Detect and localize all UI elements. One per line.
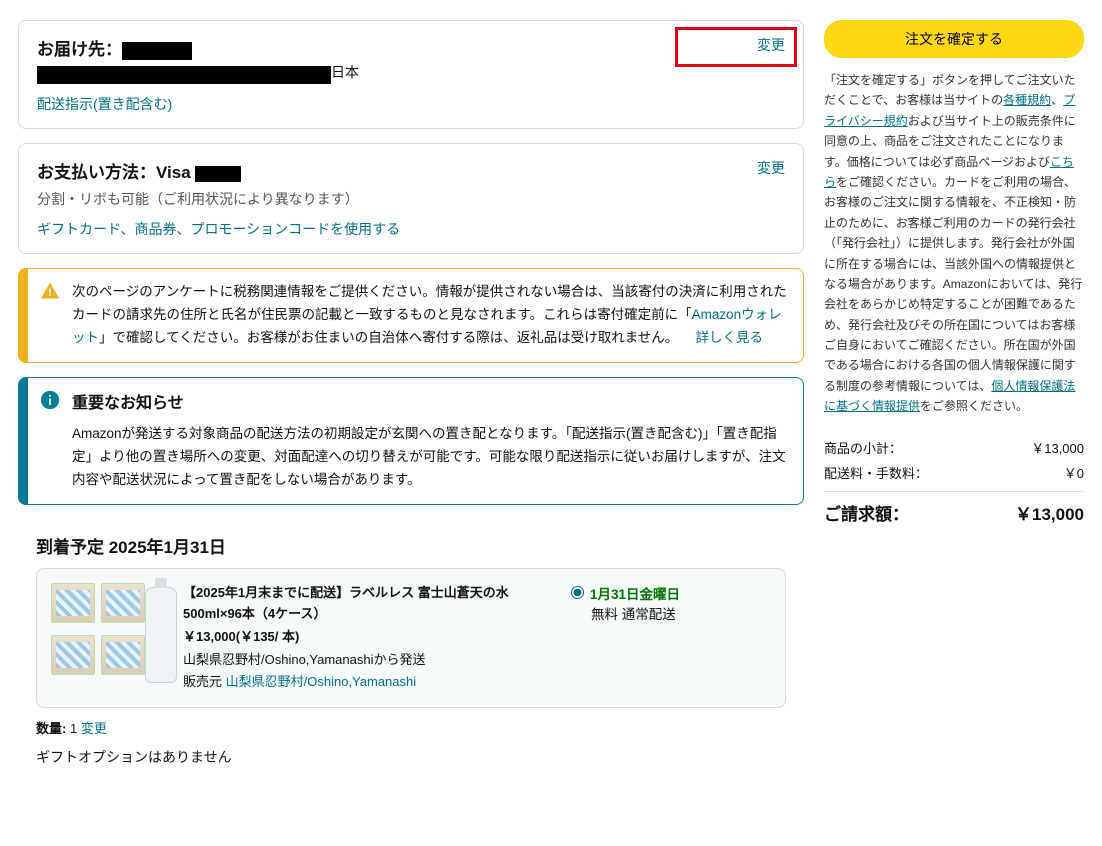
legal-text: 「注文を確定する」ボタンを押してご注文いただくことで、お客様は当サイトの各種規約…	[824, 70, 1084, 417]
order-totals: 商品の小計： ￥13,000 配送料・手数料： ￥0 ご請求額： ￥13,000	[824, 435, 1084, 528]
seller-link[interactable]: 山梨県忍野村/Oshino,Yamanashi	[226, 674, 417, 689]
learn-more-link[interactable]: 詳しく見る	[696, 330, 764, 345]
address-change-link[interactable]: 変更	[757, 35, 785, 55]
address-title: お届け先：	[37, 35, 785, 60]
legal-end: をご参照ください。	[920, 399, 1028, 413]
payment-title-prefix: お支払い方法：Visa	[37, 163, 195, 182]
seller-label: 販売元	[183, 674, 222, 689]
legal-sep1: 、	[1051, 93, 1063, 107]
quantity-line: 数量: 1 変更	[36, 718, 786, 737]
address-card: 変更 お届け先： 日本 配送指示(置き配含む)	[18, 20, 804, 129]
delivery-option-radio[interactable]: 1月31日金曜日	[571, 583, 771, 603]
payment-change-link[interactable]: 変更	[757, 158, 785, 178]
info-text: Amazonが発送する対象商品の配送方法の初期設定が玄関への置き配となります。「…	[72, 423, 789, 492]
arrival-title: 到着予定 2025年1月31日	[36, 533, 786, 558]
subtotal-label: 商品の小計：	[824, 438, 902, 457]
redacted-name	[122, 42, 192, 60]
order-summary-sidebar: 注文を確定する 「注文を確定する」ボタンを押してご注文いただくことで、お客様は当…	[824, 20, 1084, 781]
delivery-radio-input[interactable]	[571, 586, 584, 599]
place-order-button[interactable]: 注文を確定する	[824, 20, 1084, 58]
warning-text-before: 次のページのアンケートに税務関連情報をご提供ください。情報が提供されない場合は、…	[72, 284, 787, 322]
gift-option-text: ギフトオプションはありません	[36, 747, 786, 767]
address-line: 日本	[37, 62, 785, 84]
item-ship-from: 山梨県忍野村/Oshino,Yamanashiから発送	[183, 650, 547, 671]
redacted-card	[195, 166, 241, 182]
delivery-section: 到着予定 2025年1月31日 【2025年1月末までに配送】ラベルレス 富士山…	[18, 519, 804, 781]
grand-total-label: ご請求額：	[824, 500, 909, 525]
qty-label: 数量:	[36, 721, 66, 736]
promo-code-link[interactable]: ギフトカード、商品券、プロモーションコードを使用する	[37, 221, 400, 237]
payment-title: お支払い方法：Visa	[37, 158, 785, 183]
shipping-value: ￥0	[1064, 463, 1084, 482]
shipping-label: 配送料・手数料：	[824, 463, 928, 482]
legal-mid2: をご確認ください。カードをご利用の場合、お客様のご注文に関する情報を、不正検知・…	[824, 175, 1082, 393]
important-notice-alert: 重要なお知らせ Amazonが発送する対象商品の配送方法の初期設定が玄関への置き…	[18, 377, 804, 505]
item-price: ￥13,000(￥135/ 本)	[183, 627, 547, 648]
delivery-instructions-link[interactable]: 配送指示(置き配含む)	[37, 96, 172, 112]
item-name: 【2025年1月末までに配送】ラベルレス 富士山蒼天の水 500ml×96本（4…	[183, 583, 547, 625]
info-icon	[40, 390, 60, 410]
delivery-method: 無料 通常配送	[591, 603, 771, 623]
delivery-date: 1月31日金曜日	[590, 583, 680, 603]
terms-link[interactable]: 各種規約	[1003, 93, 1051, 107]
grand-total-value: ￥13,000	[1015, 500, 1084, 525]
address-country: 日本	[331, 64, 359, 80]
payment-card: 変更 お支払い方法：Visa 分割・リボも可能（ご利用状況により異なります） ギ…	[18, 143, 804, 254]
tax-warning-alert: 次のページのアンケートに税務関連情報をご提供ください。情報が提供されない場合は、…	[18, 268, 804, 363]
qty-value: 1	[70, 721, 77, 736]
qty-change-link[interactable]: 変更	[81, 721, 107, 736]
redacted-address	[37, 66, 331, 84]
warning-text-after: 」で確認してください。お客様がお住まいの自治体へ寄付する際は、返礼品は受け取れま…	[99, 330, 678, 345]
product-thumbnail	[51, 583, 171, 693]
payment-sub: 分割・リボも可能（ご利用状況により異なります）	[37, 189, 785, 209]
warning-icon	[40, 281, 60, 301]
subtotal-value: ￥13,000	[1031, 438, 1084, 457]
info-title: 重要なお知らせ	[72, 390, 789, 417]
address-title-prefix: お届け先：	[37, 40, 122, 59]
